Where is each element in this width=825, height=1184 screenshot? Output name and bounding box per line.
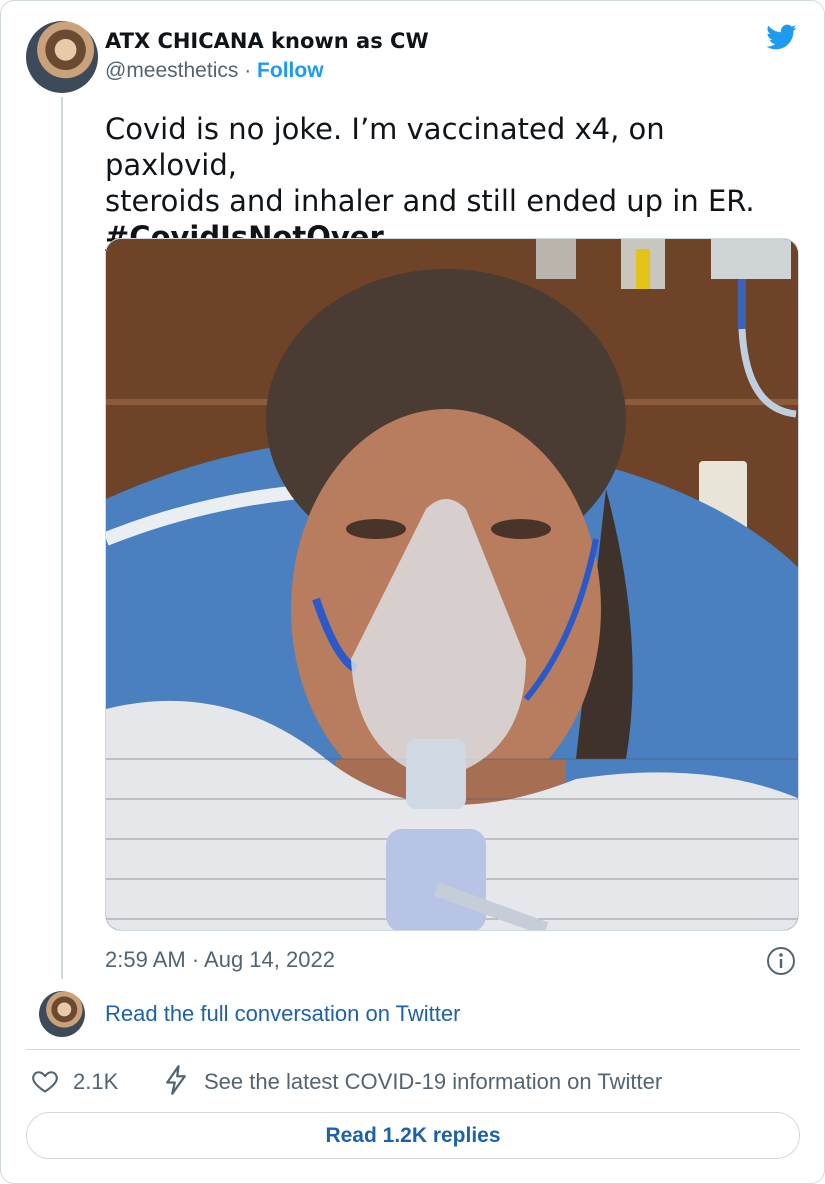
handle-separator: · [238,59,258,82]
tweet-timestamp[interactable]: 2:59 AM · Aug 14, 2022 [105,947,335,973]
conversation-avatar[interactable] [39,991,85,1037]
photo-illustration [106,239,798,930]
tweet-embed-card: ATX CHICANA known as CW @meesthetics · F… [0,0,825,1184]
read-conversation-link[interactable]: Read the full conversation on Twitter [105,1001,460,1027]
tweet-text: Covid is no joke. I’m vaccinated x4, on … [105,111,795,255]
author-avatar[interactable] [26,21,98,93]
tweet-photo[interactable] [105,238,799,931]
author-handle-row: @meesthetics · Follow [105,59,324,83]
like-count[interactable]: 2.1K [73,1069,118,1095]
follow-button[interactable]: Follow [257,59,324,82]
read-replies-button[interactable]: Read 1.2K replies [26,1112,800,1159]
lightning-bolt-icon [166,1065,186,1095]
author-handle[interactable]: @meesthetics [105,59,238,82]
thread-connector-line [61,97,63,979]
heart-icon[interactable] [31,1067,59,1095]
author-display-name[interactable]: ATX CHICANA known as CW [105,29,429,53]
twitter-bird-icon[interactable] [763,21,799,53]
info-icon[interactable] [766,946,796,976]
actions-divider [26,1049,800,1050]
tweet-text-line: steroids and inhaler and still ended up … [105,184,755,218]
covid-info-link[interactable]: See the latest COVID-19 information on T… [204,1069,662,1095]
tweet-text-line: Covid is no joke. I’m vaccinated x4, on … [105,112,665,182]
